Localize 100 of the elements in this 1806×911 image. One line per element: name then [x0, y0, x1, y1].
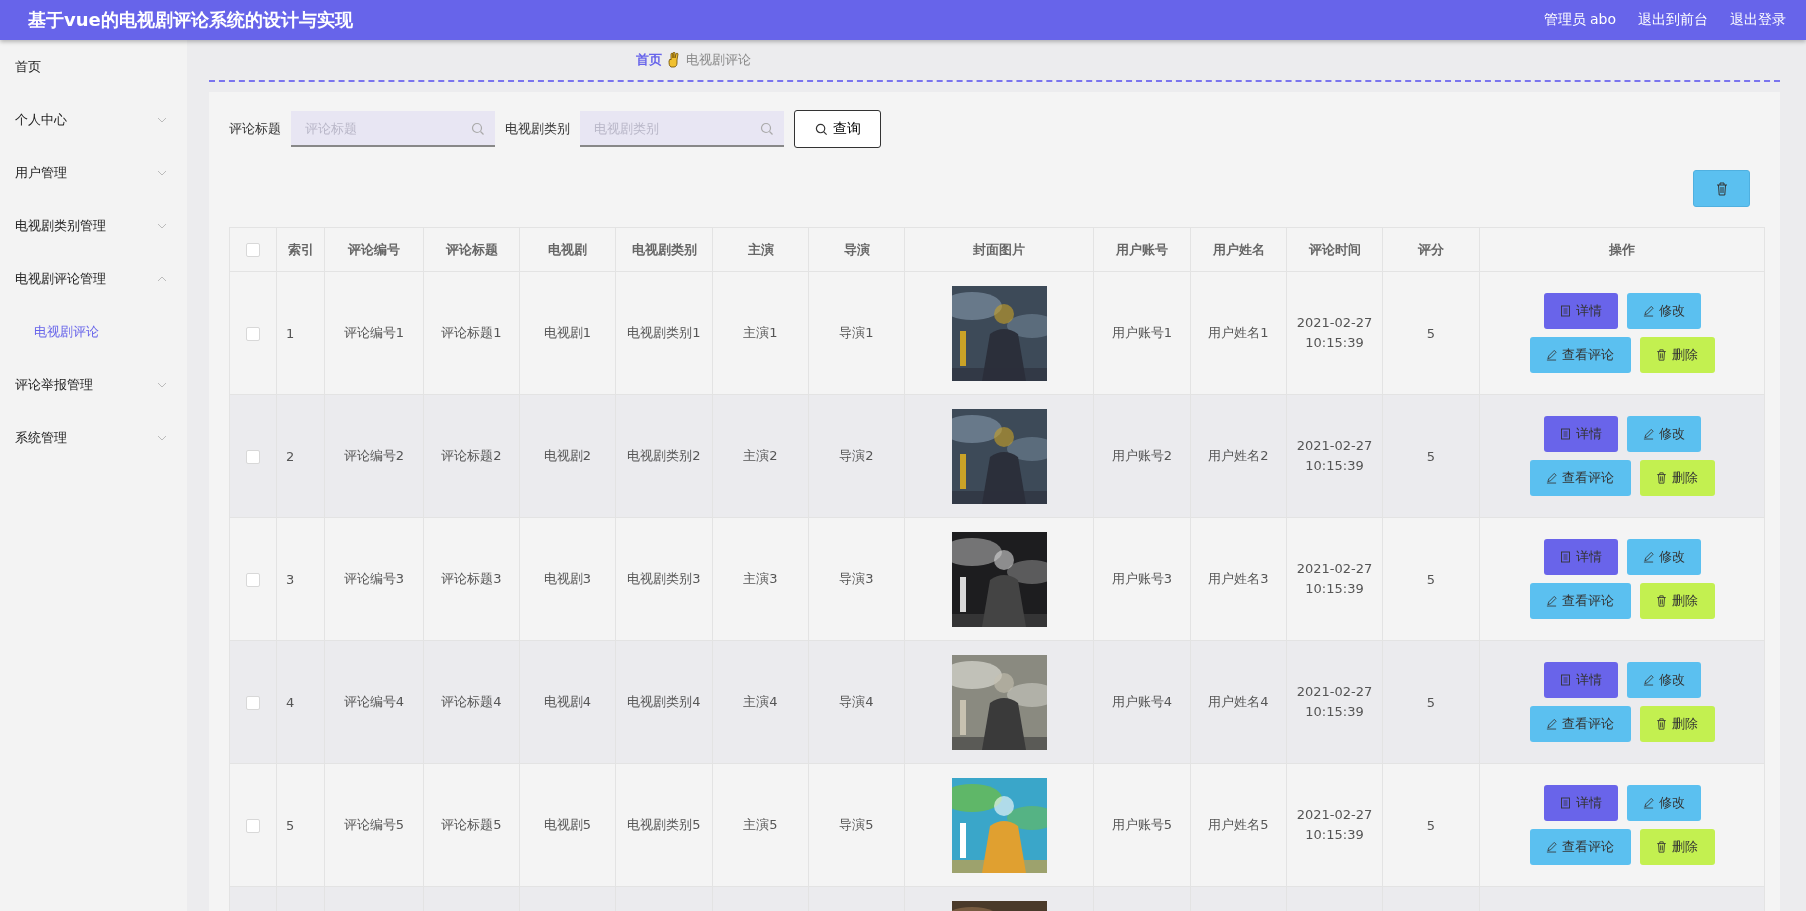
- table-cell: 电视剧类别2: [627, 448, 701, 463]
- edit-button[interactable]: 修改: [1626, 293, 1701, 329]
- table-cell: 电视剧3: [543, 571, 592, 586]
- table-cell: 评论标题5: [441, 817, 502, 832]
- column-header: 电视剧: [519, 227, 616, 272]
- header-link[interactable]: 退出到前台: [1638, 11, 1708, 29]
- delete-button[interactable]: [1693, 170, 1750, 207]
- table-cell-text: 2021-02-27 10:15:39: [1295, 559, 1374, 598]
- table-cell: 评论编号5: [343, 817, 405, 832]
- select-all-checkbox[interactable]: [246, 243, 260, 258]
- edit-button[interactable]: 修改: [1626, 416, 1701, 452]
- trash-icon: [1656, 349, 1667, 361]
- table-cell: 电视剧类别5: [627, 817, 701, 832]
- table-cell: 主演2: [743, 448, 778, 463]
- table-cell: 5: [286, 817, 295, 833]
- column-header: 封面图片: [904, 227, 1094, 272]
- row-checkbox[interactable]: [246, 695, 260, 710]
- table-cell: 电视剧5: [543, 817, 592, 832]
- table-cell: 评论标题3: [441, 571, 502, 586]
- delete-button[interactable]: 删除: [1639, 829, 1715, 865]
- column-header: 用户账号: [1093, 227, 1191, 272]
- table-cell: 用户账号1: [1111, 325, 1173, 340]
- view-comments-button[interactable]: 查看评论: [1529, 460, 1631, 496]
- pencil-icon: [1546, 595, 1557, 607]
- table-cell: 主演4: [743, 694, 778, 709]
- row-checkbox[interactable]: [246, 818, 260, 833]
- table-cell: 4: [286, 694, 295, 710]
- table-cell: 5: [1426, 448, 1436, 464]
- view-comments-button[interactable]: 查看评论: [1529, 706, 1631, 742]
- header-link[interactable]: 管理员 abo: [1543, 11, 1616, 29]
- delete-button[interactable]: 删除: [1639, 460, 1715, 496]
- table-cell: 5: [1426, 694, 1436, 710]
- column-header: 评分: [1382, 227, 1480, 272]
- trash-icon: [1656, 595, 1667, 607]
- table-cell: 评论编号1: [343, 325, 405, 340]
- chevron-icon: [157, 222, 167, 229]
- delete-button[interactable]: 删除: [1639, 583, 1715, 619]
- delete-button[interactable]: 删除: [1639, 337, 1715, 373]
- column-header: 评论编号: [324, 227, 424, 272]
- table-cell: 主演3: [743, 571, 778, 586]
- column-header: 评论标题: [423, 227, 520, 272]
- sidebar-subitem[interactable]: 电视剧评论: [0, 305, 187, 358]
- column-header: 操作: [1479, 227, 1765, 272]
- search-button[interactable]: 查询: [794, 110, 881, 148]
- table-cell: 用户账号3: [1111, 571, 1173, 586]
- view-comments-button[interactable]: 查看评论: [1529, 829, 1631, 865]
- table-cell: 2: [286, 448, 295, 464]
- table-cell: 电视剧2: [543, 448, 592, 463]
- sidebar-item[interactable]: 首页: [0, 40, 187, 93]
- sidebar-item[interactable]: 用户管理: [0, 146, 187, 199]
- table-cell: 评论编号4: [343, 694, 405, 709]
- table-cell: 5: [1426, 325, 1436, 341]
- pencil-icon: [1546, 718, 1557, 730]
- table-cell: 导演3: [839, 571, 874, 586]
- pencil-icon: [1546, 841, 1557, 853]
- breadcrumb-link[interactable]: 首页: [636, 51, 662, 69]
- table-cell-text: 2021-02-27 10:15:39: [1295, 436, 1374, 475]
- sidebar-item[interactable]: 电视剧类别管理: [0, 199, 187, 252]
- table-cell: 电视剧1: [543, 325, 592, 340]
- table-cell: 主演5: [743, 817, 778, 832]
- pencil-icon: [1642, 797, 1654, 809]
- table-cell: 导演2: [839, 448, 874, 463]
- table-cell: 用户姓名5: [1208, 817, 1269, 832]
- table-cell: 5: [1426, 571, 1436, 587]
- search-icon: [814, 122, 828, 136]
- document-icon: [1559, 674, 1571, 686]
- pencil-icon: [1546, 349, 1557, 361]
- column-header: 导演: [808, 227, 905, 272]
- header-link[interactable]: 退出登录: [1730, 11, 1786, 29]
- table-cell: 1: [286, 325, 295, 341]
- row-checkbox[interactable]: [246, 572, 260, 587]
- sidebar-item[interactable]: 个人中心: [0, 93, 187, 146]
- app-title: 基于vue的电视剧评论系统的设计与实现: [28, 8, 353, 32]
- sidebar-item[interactable]: 电视剧评论管理: [0, 252, 187, 305]
- column-header: 索引: [276, 227, 325, 272]
- column-header: 用户姓名: [1190, 227, 1287, 272]
- table-cell: 评论编号2: [343, 448, 405, 463]
- table-cell: 评论标题1: [441, 325, 502, 340]
- edit-button[interactable]: 修改: [1626, 539, 1701, 575]
- table-cell: 主演1: [743, 325, 778, 340]
- row-checkbox[interactable]: [246, 326, 260, 341]
- table-cell: 用户姓名3: [1208, 571, 1269, 586]
- table-cell: 用户账号2: [1111, 448, 1173, 463]
- search-icon: [471, 122, 485, 136]
- delete-button[interactable]: 删除: [1639, 706, 1715, 742]
- table-cell: 电视剧类别4: [627, 694, 701, 709]
- trash-icon: [1715, 181, 1728, 196]
- edit-button[interactable]: 修改: [1626, 662, 1701, 698]
- edit-button[interactable]: 修改: [1626, 785, 1701, 821]
- table-cell: 导演4: [839, 694, 874, 709]
- column-header: 电视剧类别: [615, 227, 713, 272]
- sidebar-item[interactable]: 评论举报管理: [0, 358, 187, 411]
- table-cell: 评论编号3: [343, 571, 405, 586]
- table-cell: 电视剧类别1: [627, 325, 701, 340]
- row-checkbox[interactable]: [246, 449, 260, 464]
- document-icon: [1559, 551, 1571, 563]
- sidebar-item[interactable]: 系统管理: [0, 411, 187, 464]
- view-comments-button[interactable]: 查看评论: [1529, 337, 1631, 373]
- view-comments-button[interactable]: 查看评论: [1529, 583, 1631, 619]
- trash-icon: [1656, 718, 1667, 730]
